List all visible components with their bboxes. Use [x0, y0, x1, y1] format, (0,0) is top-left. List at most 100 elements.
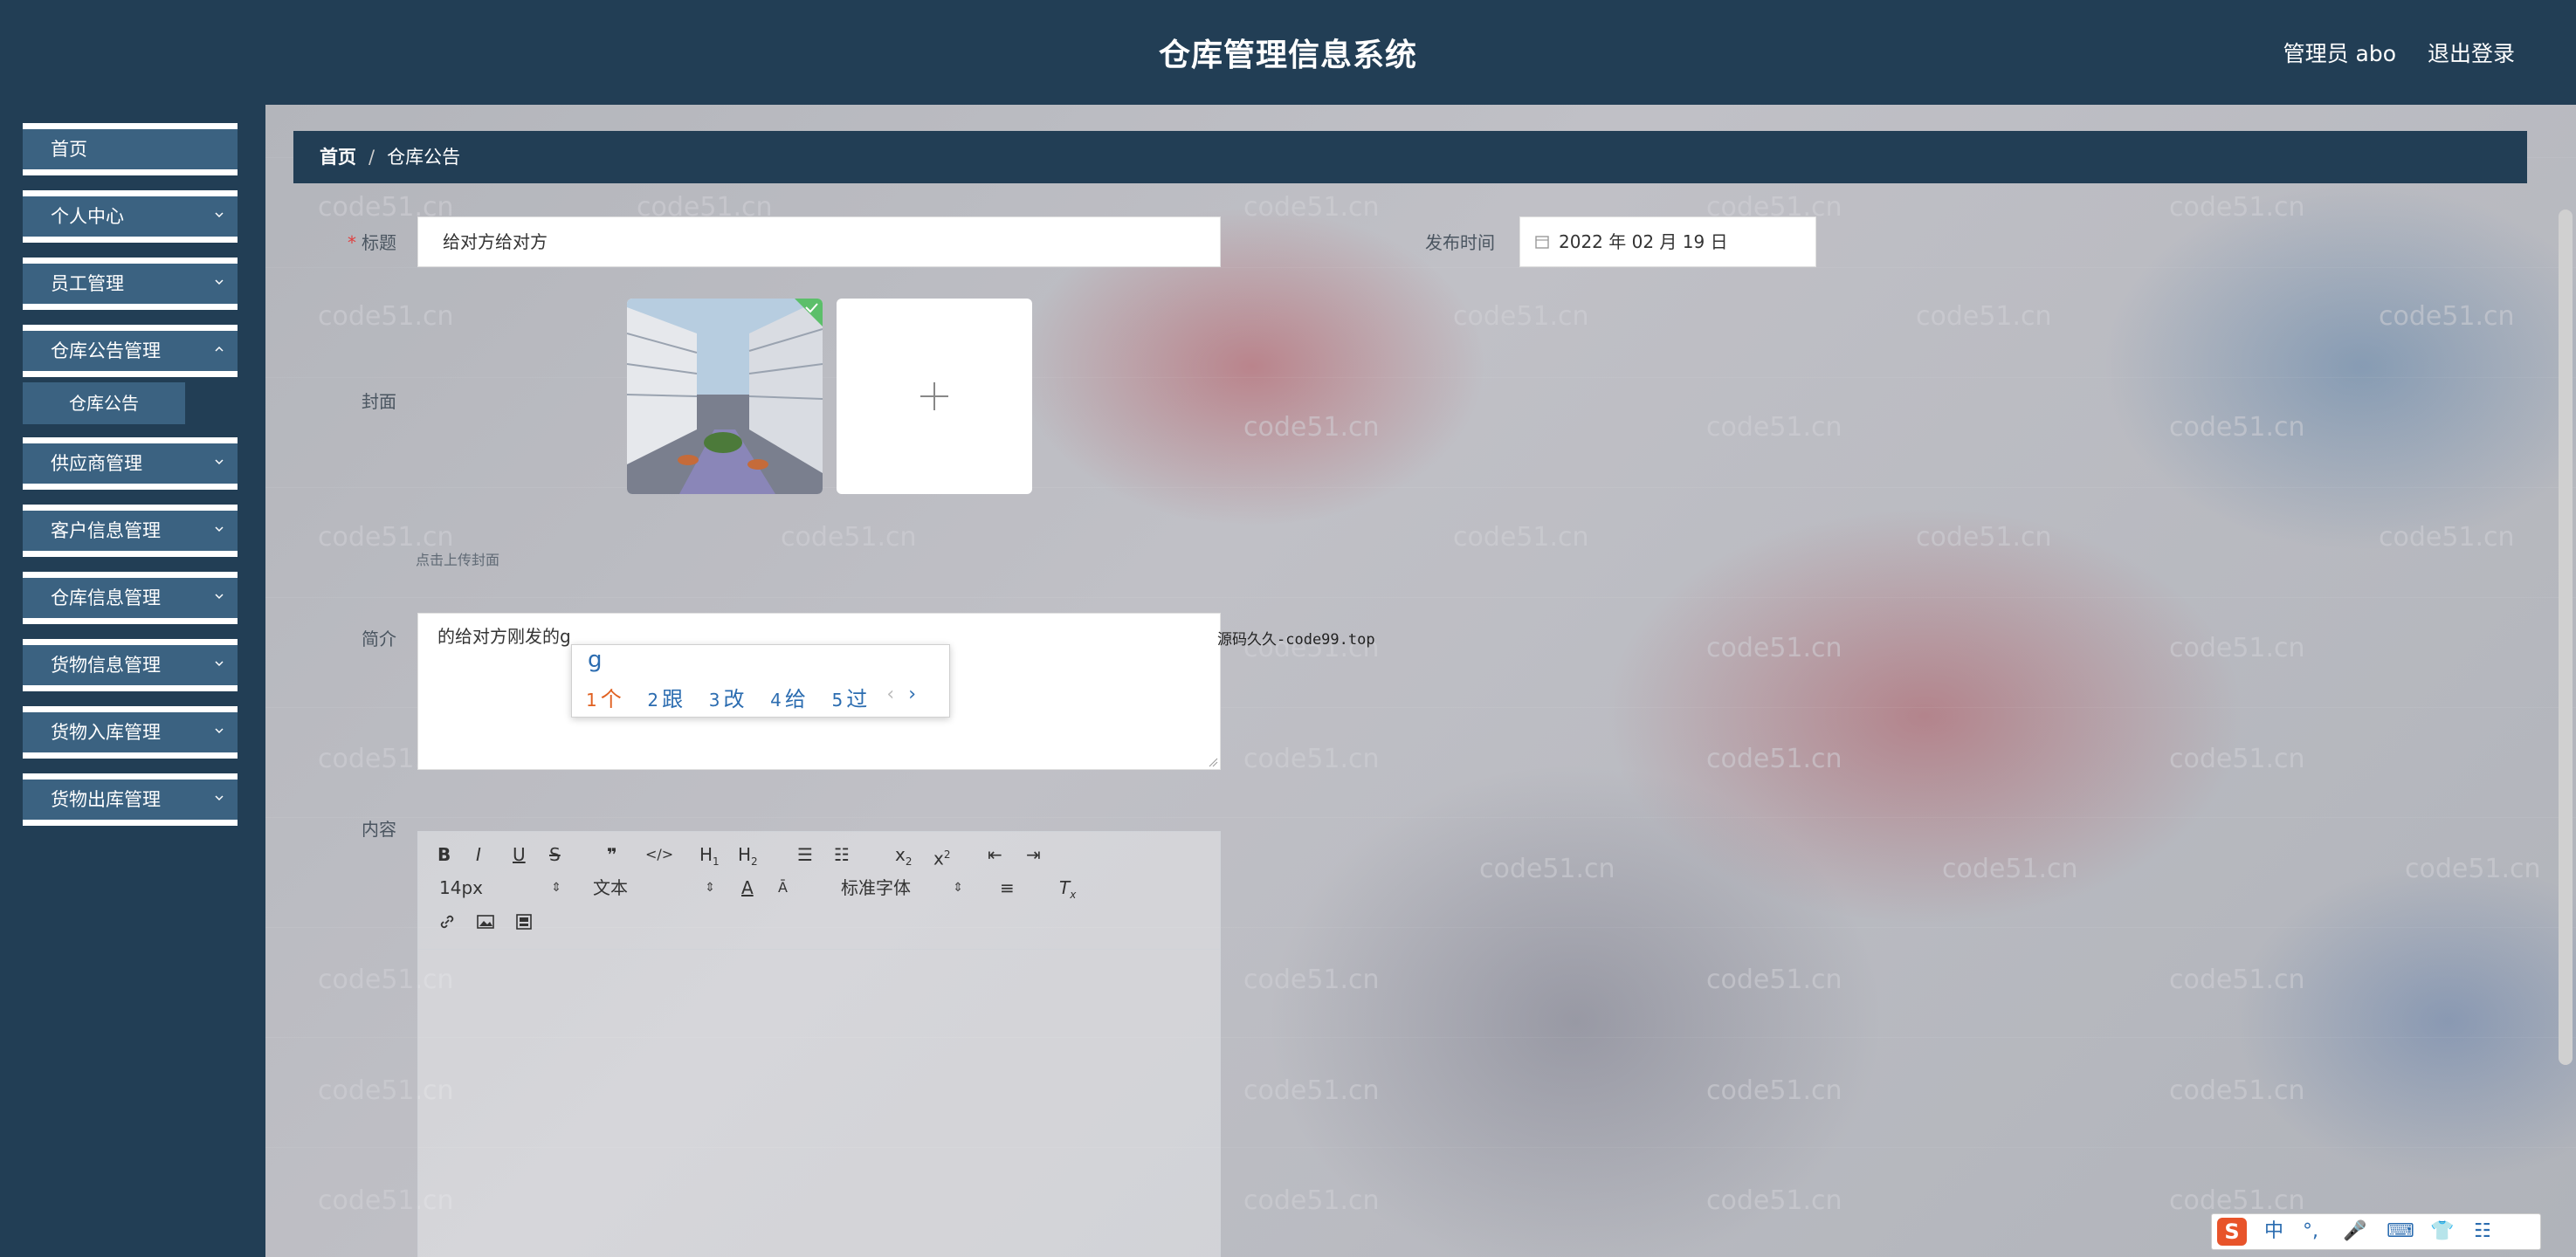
cover-image: [627, 299, 823, 494]
bullet-list-icon[interactable]: ☷: [834, 839, 850, 870]
watermark-text: code51.cn: [318, 301, 454, 332]
cover-upload-tip: 点击上传封面: [416, 552, 500, 568]
watermark-text: code51.cn: [2169, 965, 2305, 995]
sidebar-item-staff[interactable]: 员工管理: [23, 258, 238, 310]
editor-toolbar-row-3: [418, 905, 1222, 937]
sidebar-item-label: 员工管理: [51, 273, 124, 294]
watermark-text: code51.cn: [1243, 744, 1380, 774]
heading2-icon[interactable]: H2: [738, 839, 758, 870]
title-input-value: 给对方给对方: [443, 231, 548, 252]
code-block-icon[interactable]: </>: [645, 839, 673, 870]
ime-candidate[interactable]: 3改: [709, 682, 745, 712]
sidebar-item-warehouse[interactable]: 仓库信息管理: [23, 572, 238, 624]
main-content: code51.cn code51.cn code51.cn code51.cn …: [265, 105, 2576, 1257]
sidebar-item-outbound[interactable]: 货物出库管理: [23, 773, 238, 826]
link-icon[interactable]: [437, 912, 457, 931]
font-size-select[interactable]: 14px ⇕: [439, 872, 561, 903]
top-bar: 仓库管理信息系统 管理员 abo 退出登录: [0, 0, 2576, 105]
sidebar-item-inbound[interactable]: 货物入库管理: [23, 706, 238, 759]
microphone-icon[interactable]: 🎤: [2343, 1218, 2366, 1246]
heading1-icon[interactable]: H1: [699, 839, 720, 870]
text-type-select[interactable]: 文本 ⇕: [593, 872, 715, 903]
watermark-text: code51.cn: [2379, 522, 2515, 553]
strikethrough-icon[interactable]: S: [549, 839, 561, 870]
ime-candidate[interactable]: 2跟: [647, 682, 683, 712]
chevron-down-icon: [215, 795, 224, 801]
align-icon[interactable]: ≡: [1000, 872, 1015, 903]
skin-icon[interactable]: 👕: [2430, 1218, 2454, 1246]
watermark-text: code51.cn: [2169, 633, 2305, 663]
ordered-list-icon[interactable]: ☰: [797, 839, 813, 870]
watermark-text: code51.cn: [2169, 1185, 2305, 1216]
sidebar-subitem-notice[interactable]: 仓库公告: [23, 382, 185, 424]
sidebar-item-supplier[interactable]: 供应商管理: [23, 437, 238, 490]
resize-handle-icon[interactable]: [1208, 757, 1218, 767]
sidebar-item-profile[interactable]: 个人中心: [23, 190, 238, 243]
watermark-text: code51.cn: [1243, 1075, 1380, 1106]
bold-icon[interactable]: B: [437, 839, 451, 870]
indent-icon[interactable]: ⇥: [1026, 839, 1041, 870]
content-label: 内容: [362, 819, 396, 840]
chevron-down-icon: [215, 661, 224, 667]
sidebar-item-label: 供应商管理: [51, 453, 142, 474]
editor-content-area[interactable]: [418, 949, 1220, 1257]
watermark-text: code51.cn: [2405, 854, 2541, 884]
sidebar-item-notice-mgmt[interactable]: 仓库公告管理: [23, 325, 238, 377]
italic-icon[interactable]: I: [476, 839, 481, 870]
watermark-text: code51.cn: [2169, 192, 2305, 223]
watermark-text: code51.cn: [1453, 522, 1589, 553]
underline-icon[interactable]: U: [513, 839, 526, 870]
superscript-icon[interactable]: x2: [933, 839, 950, 870]
toolbox-icon[interactable]: ☷: [2474, 1218, 2491, 1246]
sogou-logo-icon[interactable]: S: [2217, 1218, 2247, 1246]
punctuation-icon[interactable]: °,: [2303, 1218, 2318, 1246]
select-caret-icon: ⇕: [551, 881, 561, 895]
logout-link[interactable]: 退出登录: [2428, 37, 2515, 68]
watermark-text: code51.cn: [1479, 854, 1615, 884]
sidebar-item-home[interactable]: 首页: [23, 123, 238, 175]
breadcrumb-home[interactable]: 首页: [320, 131, 356, 183]
intro-label: 简介: [362, 628, 396, 649]
image-icon[interactable]: [476, 912, 495, 931]
background-color-icon[interactable]: Ā: [778, 872, 788, 903]
subscript-icon[interactable]: x2: [895, 839, 912, 870]
ime-candidate[interactable]: 1个: [586, 682, 622, 712]
sidebar-item-label: 客户信息管理: [51, 520, 161, 541]
ime-candidate-popup: g 1个 2跟 3改 4给 5过 ‹ ›: [571, 644, 950, 718]
ime-prev-button[interactable]: ‹: [886, 683, 894, 705]
chevron-down-icon: [215, 279, 224, 285]
outdent-icon[interactable]: ⇤: [988, 839, 1002, 870]
sidebar-item-goods[interactable]: 货物信息管理: [23, 639, 238, 691]
ime-candidate[interactable]: 5过: [832, 682, 868, 712]
watermark-text: code51.cn: [1706, 633, 1842, 663]
watermark-text: code51.cn: [1453, 301, 1589, 332]
ime-next-button[interactable]: ›: [908, 683, 916, 705]
ime-candidate[interactable]: 4给: [770, 682, 806, 712]
breadcrumb: 首页 / 仓库公告: [293, 131, 2527, 183]
keyboard-icon[interactable]: ⌨: [2387, 1218, 2414, 1246]
sidebar-item-label: 仓库公告管理: [51, 340, 161, 361]
ime-typed-input: g: [588, 647, 603, 673]
clear-format-icon[interactable]: Tx: [1059, 872, 1076, 903]
cover-label: 封面: [362, 391, 396, 412]
publish-date-value: 2022 年 02 月 19 日: [1559, 231, 1728, 252]
sidebar-item-customer[interactable]: 客户信息管理: [23, 505, 238, 557]
publish-date-picker[interactable]: 2022 年 02 月 19 日: [1519, 216, 1816, 267]
video-icon[interactable]: [514, 912, 534, 931]
chevron-down-icon: [215, 594, 224, 600]
page-scrollbar[interactable]: [2559, 210, 2573, 1065]
select-caret-icon: ⇕: [705, 881, 715, 895]
font-color-icon[interactable]: A: [741, 872, 754, 903]
chinese-mode-icon[interactable]: 中: [2264, 1218, 2283, 1246]
breadcrumb-separator: /: [368, 147, 375, 168]
sidebar-item-label: 个人中心: [51, 206, 124, 227]
watermark-text: code51.cn: [1706, 1075, 1842, 1106]
blockquote-icon[interactable]: ❞: [607, 839, 617, 870]
ime-status-tray: S 中 °, 🎤 ⌨ 👕 ☷: [2211, 1213, 2541, 1250]
cover-upload-button[interactable]: [837, 299, 1032, 494]
title-label: * 标题: [348, 232, 396, 253]
title-input[interactable]: 给对方给对方: [417, 216, 1221, 267]
cover-thumbnail[interactable]: [627, 299, 823, 494]
rich-text-editor[interactable]: B I U S ❞ </> H1 H2 ☰ ☷ x2 x2 ⇤ ⇥ 14px ⇕ …: [417, 831, 1221, 1257]
font-family-select[interactable]: 标准字体 ⇕: [841, 872, 963, 903]
